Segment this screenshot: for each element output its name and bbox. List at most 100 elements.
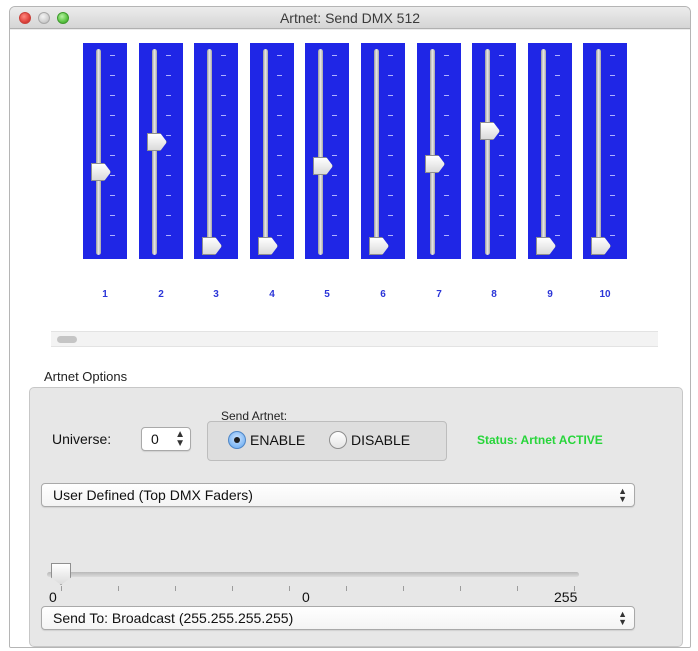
universe-label: Universe:: [52, 431, 112, 447]
fader-tick: [332, 95, 337, 96]
fader-tick: [444, 155, 449, 156]
fader-tick: [499, 215, 504, 216]
fader-tick: [388, 215, 393, 216]
fader-tick: [166, 135, 171, 136]
value-slider-knob[interactable]: [51, 563, 71, 585]
fader-tick: [332, 75, 337, 76]
fader-tick: [332, 175, 337, 176]
fader-knob[interactable]: [425, 155, 445, 173]
fader-tick: [277, 95, 282, 96]
fader-tick: [110, 75, 115, 76]
fader-tick: [166, 235, 171, 236]
fader-tick: [110, 115, 115, 116]
fader-5[interactable]: [305, 43, 349, 259]
fader-knob[interactable]: [369, 237, 389, 255]
fader-track[interactable]: [596, 49, 601, 255]
fader-tick: [332, 215, 337, 216]
source-popup-button[interactable]: User Defined (Top DMX Faders) ▲ ▼: [41, 483, 635, 507]
value-slider-track[interactable]: [47, 572, 579, 577]
fader-tick: [110, 235, 115, 236]
title-bar: Artnet: Send DMX 512: [10, 7, 690, 29]
slider-tick: [460, 586, 461, 591]
fader-tick: [277, 75, 282, 76]
fader-tick: [277, 135, 282, 136]
fader-tick: [444, 115, 449, 116]
universe-stepper[interactable]: 0 ▲ ▼: [141, 427, 191, 451]
fader-7[interactable]: [417, 43, 461, 259]
scrollbar-thumb[interactable]: [57, 336, 77, 343]
fader-tick: [332, 135, 337, 136]
fader-tick: [221, 75, 226, 76]
send-to-popup-button[interactable]: Send To: Broadcast (255.255.255.255) ▲ ▼: [41, 606, 635, 630]
fader-tick: [388, 115, 393, 116]
fader-8[interactable]: [472, 43, 516, 259]
radio-unselected-icon: [329, 431, 347, 449]
stepper-arrows-icon[interactable]: ▲ ▼: [175, 430, 185, 449]
fader-knob[interactable]: [147, 133, 167, 151]
fader-knob[interactable]: [258, 237, 278, 255]
fader-track[interactable]: [207, 49, 212, 255]
window-content: 1 2 3 4 5 6 7 8 9 10 Artnet Options Universe: 0 ▲…: [10, 30, 690, 647]
fader-track[interactable]: [318, 49, 323, 255]
fader-knob[interactable]: [202, 237, 222, 255]
fader-tick: [221, 55, 226, 56]
send-artnet-radio-group: ENABLE DISABLE: [207, 421, 447, 461]
fader-tick: [499, 115, 504, 116]
fader-horizontal-scrollbar[interactable]: [51, 331, 658, 347]
fader-9[interactable]: [528, 43, 572, 259]
fader-tick: [277, 195, 282, 196]
fader-tick: [444, 55, 449, 56]
disable-radio[interactable]: DISABLE: [329, 431, 410, 449]
fader-tick: [388, 135, 393, 136]
enable-radio[interactable]: ENABLE: [228, 431, 305, 449]
fader-tick: [444, 75, 449, 76]
fader-tick: [388, 175, 393, 176]
fader-knob[interactable]: [313, 157, 333, 175]
fader-tick: [166, 95, 171, 96]
disable-radio-label: DISABLE: [351, 432, 411, 448]
fader-knob[interactable]: [591, 237, 611, 255]
fader-6[interactable]: [361, 43, 405, 259]
fader-track[interactable]: [96, 49, 101, 255]
fader-2[interactable]: [139, 43, 183, 259]
fader-tick: [221, 155, 226, 156]
fader-bank: 1 2 3 4 5 6 7 8 9 10: [10, 30, 690, 330]
fader-tick: [221, 95, 226, 96]
artnet-options-label: Artnet Options: [44, 369, 128, 384]
fader-tick: [110, 95, 115, 96]
slider-tick: [175, 586, 176, 591]
fader-tick: [555, 95, 560, 96]
fader-knob[interactable]: [480, 122, 500, 140]
fader-tick: [166, 195, 171, 196]
fader-tick: [110, 155, 115, 156]
fader-tick: [444, 235, 449, 236]
fader-knob[interactable]: [91, 163, 111, 181]
fader-tick: [221, 115, 226, 116]
fader-track[interactable]: [485, 49, 490, 255]
fader-10[interactable]: [583, 43, 627, 259]
fader-tick: [499, 195, 504, 196]
fader-3[interactable]: [194, 43, 238, 259]
fader-track[interactable]: [152, 49, 157, 255]
fader-label: 10: [599, 289, 611, 300]
fader-label: 4: [269, 289, 275, 300]
slider-tick: [346, 586, 347, 591]
fader-tick: [388, 75, 393, 76]
fader-track[interactable]: [541, 49, 546, 255]
fader-tick: [166, 55, 171, 56]
slider-tick: [61, 586, 62, 591]
universe-value: 0: [151, 431, 159, 447]
window-title: Artnet: Send DMX 512: [279, 10, 421, 26]
fader-4[interactable]: [250, 43, 294, 259]
fader-knob[interactable]: [536, 237, 556, 255]
fader-track[interactable]: [263, 49, 268, 255]
fader-label: 3: [213, 289, 219, 300]
fader-tick: [499, 175, 504, 176]
fader-label: 6: [380, 289, 386, 300]
fader-track[interactable]: [374, 49, 379, 255]
fader-track[interactable]: [430, 49, 435, 255]
fader-tick: [388, 55, 393, 56]
fader-tick: [110, 215, 115, 216]
fader-tick: [277, 155, 282, 156]
fader-1[interactable]: [83, 43, 127, 259]
